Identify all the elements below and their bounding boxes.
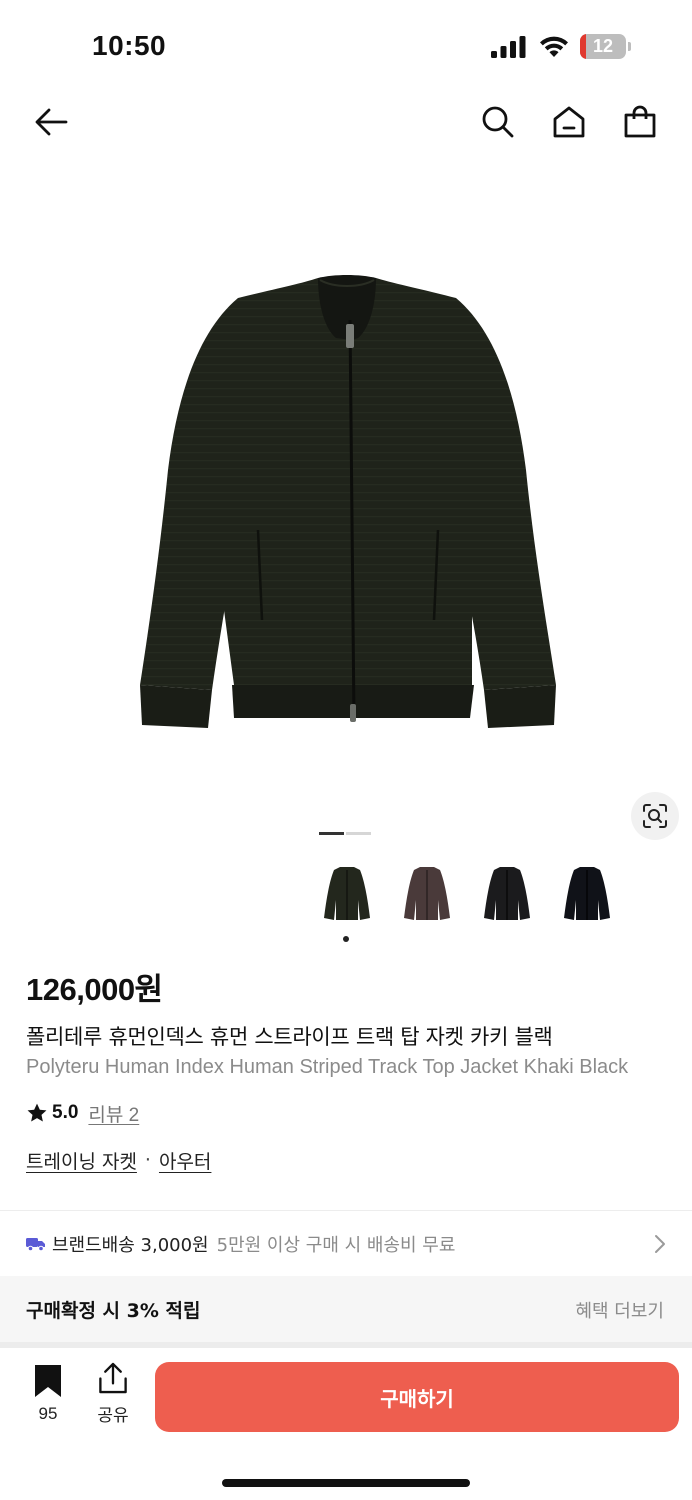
- status-bar: 10:50 12: [0, 0, 692, 90]
- shipping-label: 브랜드배송 3,000원: [52, 1235, 209, 1256]
- thumbnail-khaki-black[interactable]: [320, 862, 374, 926]
- cellular-signal-icon: [491, 36, 526, 58]
- benefit-more-link[interactable]: 혜택 더보기: [575, 1297, 664, 1323]
- share-label: 공유: [97, 1406, 129, 1426]
- divider: [0, 1210, 692, 1211]
- product-title-english: Polyteru Human Index Human Striped Track…: [26, 1056, 629, 1078]
- share-button[interactable]: 공유: [92, 1362, 134, 1426]
- buy-button[interactable]: 구매하기: [155, 1362, 679, 1432]
- category-breadcrumb: 트레이닝 자켓 · 아우터: [26, 1147, 211, 1173]
- share-icon: [99, 1362, 127, 1394]
- image-search-button[interactable]: [631, 792, 679, 840]
- truck-icon: [26, 1238, 45, 1252]
- benefit-row: 구매확정 시 3% 적립 혜택 더보기: [0, 1276, 692, 1342]
- shipping-note: 5만원 이상 구매 시 배송비 무료: [216, 1235, 456, 1256]
- shipping-info-row[interactable]: 브랜드배송 3,000원 5만원 이상 구매 시 배송비 무료: [0, 1212, 692, 1276]
- home-indicator: [222, 1479, 470, 1487]
- wishlist-count: 95: [38, 1404, 58, 1423]
- thumbnail-black[interactable]: [480, 862, 534, 926]
- thumbnail-brown[interactable]: [400, 862, 454, 926]
- thumbnail-navy-black[interactable]: [560, 862, 614, 926]
- battery-indicator: 12: [580, 34, 632, 59]
- rating-row: 5.0 리뷰 2: [26, 1100, 139, 1126]
- category-link-outer[interactable]: 아우터: [159, 1147, 211, 1174]
- product-price: 126,000원: [26, 972, 163, 1007]
- top-navigation: [0, 90, 692, 154]
- image-pager: [319, 832, 373, 835]
- category-separator: ·: [144, 1149, 151, 1171]
- pager-segment: [319, 832, 344, 835]
- benefit-label: 구매확정 시 3% 적립: [26, 1300, 201, 1322]
- product-image[interactable]: [0, 180, 692, 820]
- bottom-action-bar: 95 공유 구매하기: [0, 1348, 692, 1500]
- product-title-korean: 폴리테루 휴먼인덱스 휴먼 스트라이프 트랙 탑 자켓 카키 블랙: [26, 1025, 553, 1049]
- bookmark-icon: [35, 1365, 61, 1397]
- star-icon: [27, 1103, 47, 1122]
- back-arrow-icon[interactable]: [31, 102, 71, 142]
- pager-segment: [346, 832, 371, 835]
- home-icon[interactable]: [549, 102, 589, 142]
- jacket-image: [140, 275, 556, 728]
- review-count-link[interactable]: 리뷰 2: [88, 1100, 139, 1127]
- category-link-training-jacket[interactable]: 트레이닝 자켓: [26, 1147, 137, 1174]
- status-time: 10:50: [92, 30, 167, 61]
- rating-score: 5.0: [52, 1102, 79, 1123]
- shopping-bag-icon[interactable]: [620, 102, 660, 142]
- search-icon[interactable]: [478, 102, 518, 142]
- wifi-icon: [540, 36, 568, 57]
- thumbnail-selected-dot: [343, 936, 349, 942]
- chevron-right-icon: [655, 1235, 665, 1253]
- wishlist-button[interactable]: 95: [28, 1364, 68, 1426]
- thumbnail-strip: [320, 862, 620, 926]
- battery-level: 12: [592, 36, 614, 56]
- lens-scan-icon: [643, 804, 667, 828]
